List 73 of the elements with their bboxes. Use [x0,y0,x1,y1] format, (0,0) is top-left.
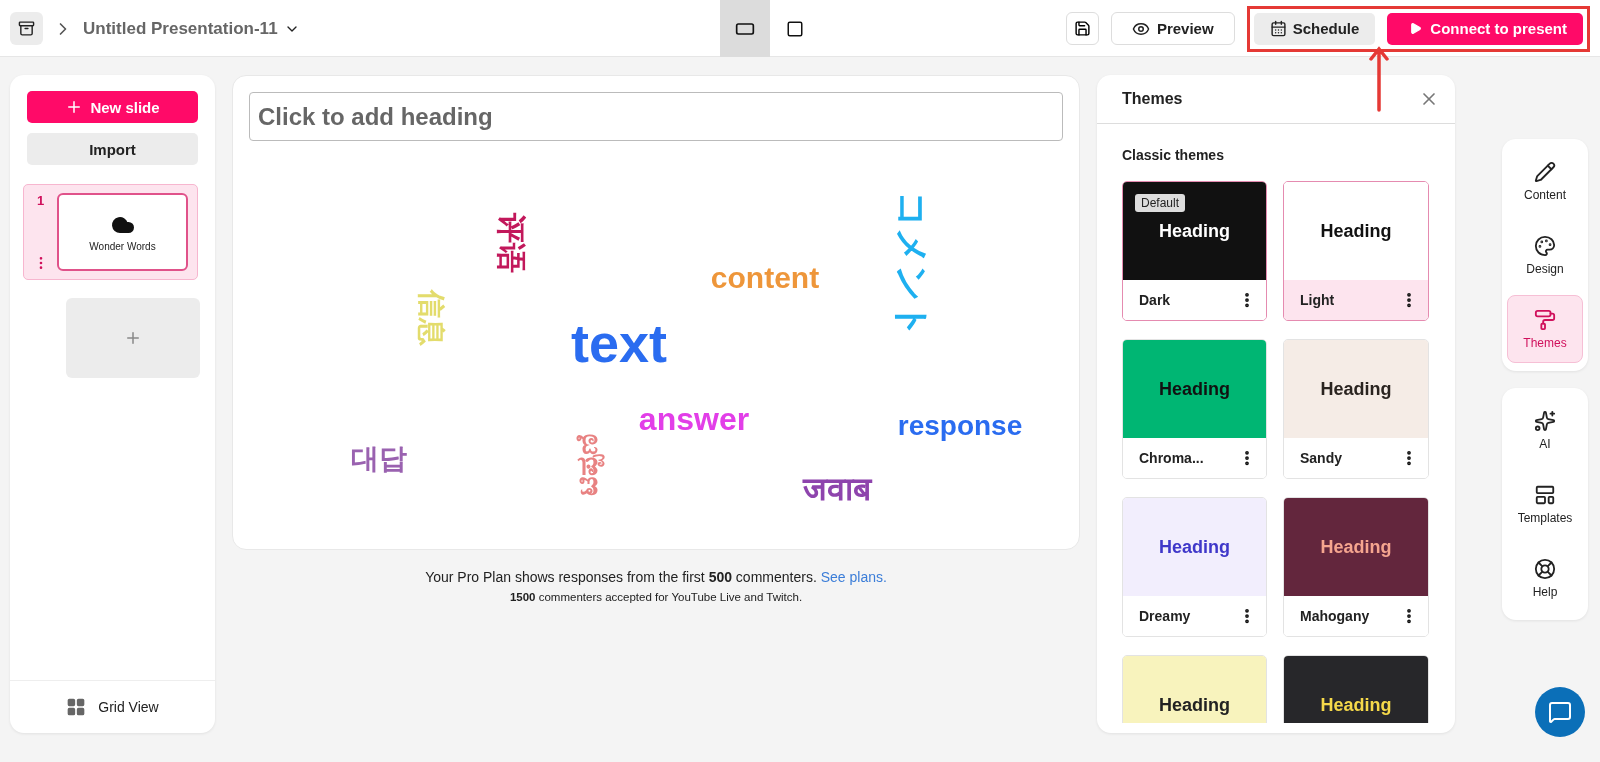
rail-button[interactable]: Help [1507,544,1583,612]
cloud-word: 대답 [351,445,407,473]
theme-card[interactable]: Heading Sandy [1283,339,1429,479]
save-button[interactable] [1065,12,1099,45]
theme-heading: Heading [1159,378,1230,400]
theme-name: Dark [1139,292,1171,308]
save-icon [1073,20,1091,37]
theme-heading: Heading [1320,536,1392,558]
heading-input-field[interactable]: Click to add heading [249,92,1063,141]
help-icon [1534,557,1556,580]
connect-to-present-button[interactable]: Connect to present [1387,12,1583,45]
theme-name: Sandy [1300,450,1342,466]
rail-button[interactable]: AI [1507,396,1583,464]
theme-card[interactable]: Default Heading Dark [1122,181,1267,321]
theme-heading: Heading [1320,378,1392,400]
cloud-word: コメント [894,191,930,339]
pencil-icon [1534,160,1556,183]
import-button[interactable]: Import [27,133,198,165]
preview-button[interactable]: Preview [1110,12,1235,45]
plan-notice: Your Pro Plan shows responses from the first 500 commenters. See plans. [425,569,887,585]
grid-icon [66,697,87,717]
theme-name: Mahogany [1300,608,1370,624]
archive-button[interactable] [10,12,43,45]
theme-card[interactable]: Heading Chroma... [1122,339,1267,479]
theme-card[interactable]: Heading Mahogany [1283,497,1429,637]
theme-heading: Heading [1159,694,1230,716]
cloud-word: content [710,263,820,293]
theme-card[interactable]: Heading [1122,655,1267,723]
commenters-note: 1500 commenters accepted for YouTube Live and Twitch. [509,591,803,603]
see-plans-link[interactable]: See plans. [820,569,887,585]
cloud-word: response [897,412,1023,440]
calendar-icon [1269,20,1287,37]
theme-card[interactable]: Heading [1283,655,1429,723]
rail-button[interactable]: Design [1507,221,1583,289]
theme-heading: Heading [1159,220,1230,242]
widescreen-button[interactable] [720,0,770,57]
cloud-word: text [571,316,667,370]
panel-title: Themes [1122,90,1183,108]
cloud-word: जवाब [803,473,871,505]
schedule-button[interactable]: Schedule [1253,12,1376,45]
slide-number: 1 [36,193,45,208]
palette-icon [1534,234,1556,257]
rail-button[interactable]: Templates [1507,470,1583,538]
theme-heading: Heading [1320,220,1392,242]
sparkles-icon [1534,409,1556,432]
default-badge: Default [1135,194,1186,212]
rail-button[interactable]: Themes [1507,295,1583,363]
theme-heading: Heading [1320,694,1392,716]
theme-name: Dreamy [1139,608,1191,624]
play-icon [1409,22,1423,35]
cloud-word: 评语 [496,213,526,273]
slide-thumbnail[interactable]: Wonder Words [57,193,188,271]
theme-name: Light [1300,292,1335,308]
presentation-title[interactable]: Untitled Presentation-11 [83,18,300,39]
plus-icon [124,329,142,347]
theme-card[interactable]: Heading Dreamy [1122,497,1267,637]
theme-name: Chroma... [1139,450,1204,466]
cloud-word: 信息 [417,290,445,346]
theme-heading: Heading [1159,536,1230,558]
section-title: Classic themes [1122,147,1225,163]
chat-icon [1548,700,1572,724]
templates-icon [1534,483,1556,506]
theme-card[interactable]: Heading Light [1283,181,1429,321]
slide-item[interactable]: 1 Wonder Words [23,184,198,280]
archive-icon [18,20,35,37]
rail-button[interactable]: Content [1507,147,1583,215]
grid-view-button[interactable]: Grid View [10,680,215,733]
square-icon [786,19,804,38]
chat-button[interactable] [1535,687,1585,737]
paint-roller-icon [1534,308,1556,331]
cloud-word: answer [638,403,750,435]
slide-title: Wonder Words [89,240,156,252]
new-slide-button[interactable]: New slide [27,91,198,123]
